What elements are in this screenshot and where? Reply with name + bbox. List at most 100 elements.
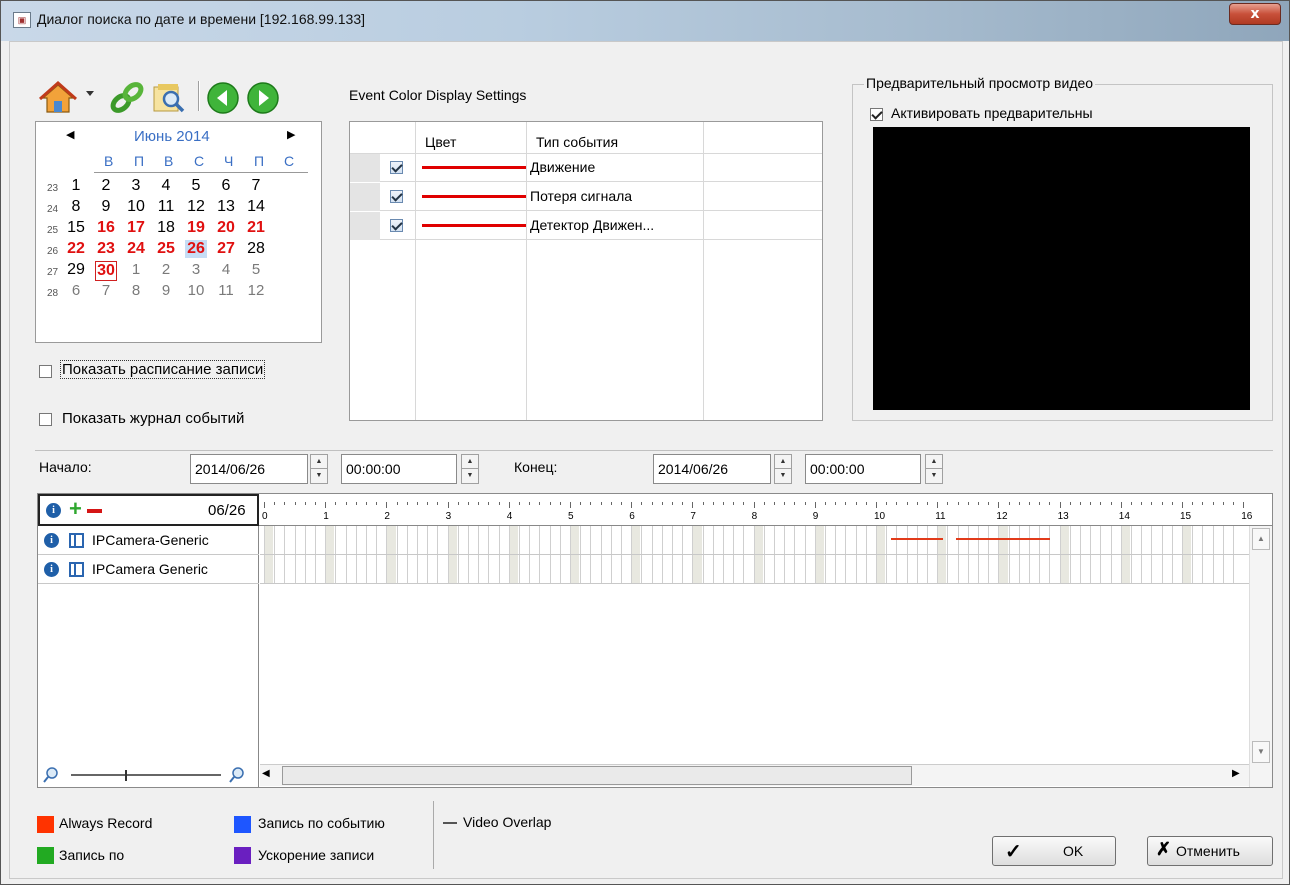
calendar-day[interactable]: 6 [65,282,87,299]
calendar-day[interactable]: 6 [215,177,237,195]
event-color-swatch[interactable] [422,195,526,198]
calendar-next-button[interactable]: ▶ [287,128,295,141]
timeline-track[interactable] [260,526,1249,555]
calendar-day[interactable]: 11 [215,282,237,299]
calendar-day[interactable]: 17 [125,219,147,237]
calendar-day[interactable]: 7 [245,177,267,195]
end-date-spinner[interactable]: ▲ ▼ [774,454,792,484]
search-folder-icon[interactable] [151,81,187,115]
calendar-day[interactable]: 21 [245,219,267,237]
calendar-day[interactable]: 9 [95,198,117,216]
activate-preview-checkbox[interactable] [870,108,883,121]
calendar-day[interactable]: 5 [185,177,207,195]
calendar-day[interactable]: 20 [215,219,237,237]
calendar-day[interactable]: 4 [155,177,177,195]
remove-icon[interactable] [87,509,102,513]
info-icon[interactable]: i [46,503,61,518]
calendar-day[interactable]: 10 [125,198,147,216]
calendar-day[interactable]: 25 [155,240,177,258]
event-enable-checkbox[interactable] [390,219,403,232]
calendar-day[interactable]: 3 [125,177,147,195]
link-icon[interactable] [109,81,145,115]
scroll-right-icon[interactable]: ▶ [1232,768,1240,779]
end-time-field[interactable]: 00:00:00 [805,454,921,484]
show-events-checkbox[interactable] [39,413,52,426]
timeline-track[interactable] [260,555,1249,584]
calendar-day[interactable]: 14 [245,198,267,216]
timeline-panel[interactable]: i + 06/26 i IPCamera-Generic i IPCamera Gen… [37,493,1273,788]
ok-button[interactable]: ✓ OK [992,836,1116,866]
calendar-day[interactable]: 19 [185,219,207,237]
calendar-day[interactable]: 15 [65,219,87,237]
calendar-day[interactable]: 22 [65,240,87,258]
calendar-month-title[interactable]: Июнь 2014 [134,128,210,145]
calendar-day[interactable]: 11 [155,198,177,216]
calendar-day[interactable]: 10 [185,282,207,299]
dropdown-arrow-icon[interactable] [85,89,95,99]
calendar-day[interactable]: 2 [155,261,177,278]
title-bar[interactable]: ▣ Диалог поиска по дате и времени [192.1… [1,1,1289,41]
activate-preview-label[interactable]: Активировать предварительны [891,105,1093,121]
event-type-row[interactable]: Потеря сигнала [350,183,822,211]
calendar-day[interactable]: 7 [95,282,117,299]
event-type-row[interactable]: Движение [350,154,822,182]
event-bar[interactable] [955,538,1051,540]
scroll-up-icon[interactable]: ▲ [1252,528,1270,550]
calendar-day[interactable]: 3 [185,261,207,278]
event-bar[interactable] [891,538,944,540]
calendar-day[interactable]: 30 [95,261,117,281]
hour-ruler[interactable]: 0 1 2 3 4 5 6 7 8 9 10 11 12 13 14 15 16 [260,494,1252,526]
calendar-day[interactable]: 2 [95,177,117,195]
end-date-field[interactable]: 2014/06/26 [653,454,771,484]
calendar-day[interactable]: 8 [65,198,87,216]
end-time-spinner[interactable]: ▲ ▼ [925,454,943,484]
zoom-slider[interactable] [38,764,259,786]
info-icon[interactable]: i [44,562,59,577]
home-icon[interactable] [39,81,79,115]
calendar-day[interactable]: 28 [245,240,267,258]
month-calendar[interactable]: ◀ Июнь 2014 ▶ ВПВСЧПС 23 1 2 3 4 5 6 7 24 8 9 10 11 1… [35,121,322,343]
next-icon[interactable] [246,81,280,115]
scroll-thumb[interactable] [282,766,912,785]
event-color-swatch[interactable] [422,224,526,227]
calendar-day[interactable]: 29 [65,261,87,279]
calendar-day[interactable]: 5 [245,261,267,278]
start-date-field[interactable]: 2014/06/26 [190,454,308,484]
horizontal-scrollbar[interactable]: ◀ ▶ [260,764,1249,786]
cancel-button[interactable]: ✗ Отменить [1147,836,1273,866]
event-enable-checkbox[interactable] [390,190,403,203]
vertical-scrollbar[interactable]: ▲ ▼ [1249,526,1272,787]
calendar-day[interactable]: 18 [155,219,177,237]
calendar-day[interactable]: 9 [155,282,177,299]
camera-row[interactable]: i IPCamera-Generic [38,526,259,555]
show-events-label[interactable]: Показать журнал событий [62,410,244,427]
calendar-day[interactable]: 4 [215,261,237,278]
camera-row[interactable]: i IPCamera Generic [38,555,259,584]
calendar-day[interactable]: 13 [215,198,237,216]
close-button[interactable]: x [1229,3,1281,25]
column-header-type[interactable]: Тип события [536,134,618,150]
calendar-day[interactable]: 23 [95,240,117,258]
event-color-swatch[interactable] [422,166,526,169]
scroll-down-icon[interactable]: ▼ [1252,741,1270,763]
calendar-day[interactable]: 12 [245,282,267,299]
event-type-row[interactable]: Детектор Движен... [350,212,822,240]
calendar-day[interactable]: 12 [185,198,207,216]
calendar-day[interactable]: 26 [185,240,207,258]
event-color-table[interactable]: Цвет Тип события Движение Потеря сигнала Д… [349,121,823,421]
column-header-color[interactable]: Цвет [425,134,456,150]
show-schedule-checkbox[interactable] [39,365,52,378]
scroll-left-icon[interactable]: ◀ [262,768,270,779]
start-date-spinner[interactable]: ▲ ▼ [310,454,328,484]
show-schedule-label[interactable]: Показать расписание записи [60,360,266,379]
event-enable-checkbox[interactable] [390,161,403,174]
calendar-day[interactable]: 1 [65,177,87,195]
calendar-day[interactable]: 24 [125,240,147,258]
info-icon[interactable]: i [44,533,59,548]
start-time-field[interactable]: 00:00:00 [341,454,457,484]
calendar-day[interactable]: 16 [95,219,117,237]
calendar-day[interactable]: 27 [215,240,237,258]
calendar-day[interactable]: 8 [125,282,147,299]
prev-icon[interactable] [206,81,240,115]
add-icon[interactable]: + [69,497,82,521]
